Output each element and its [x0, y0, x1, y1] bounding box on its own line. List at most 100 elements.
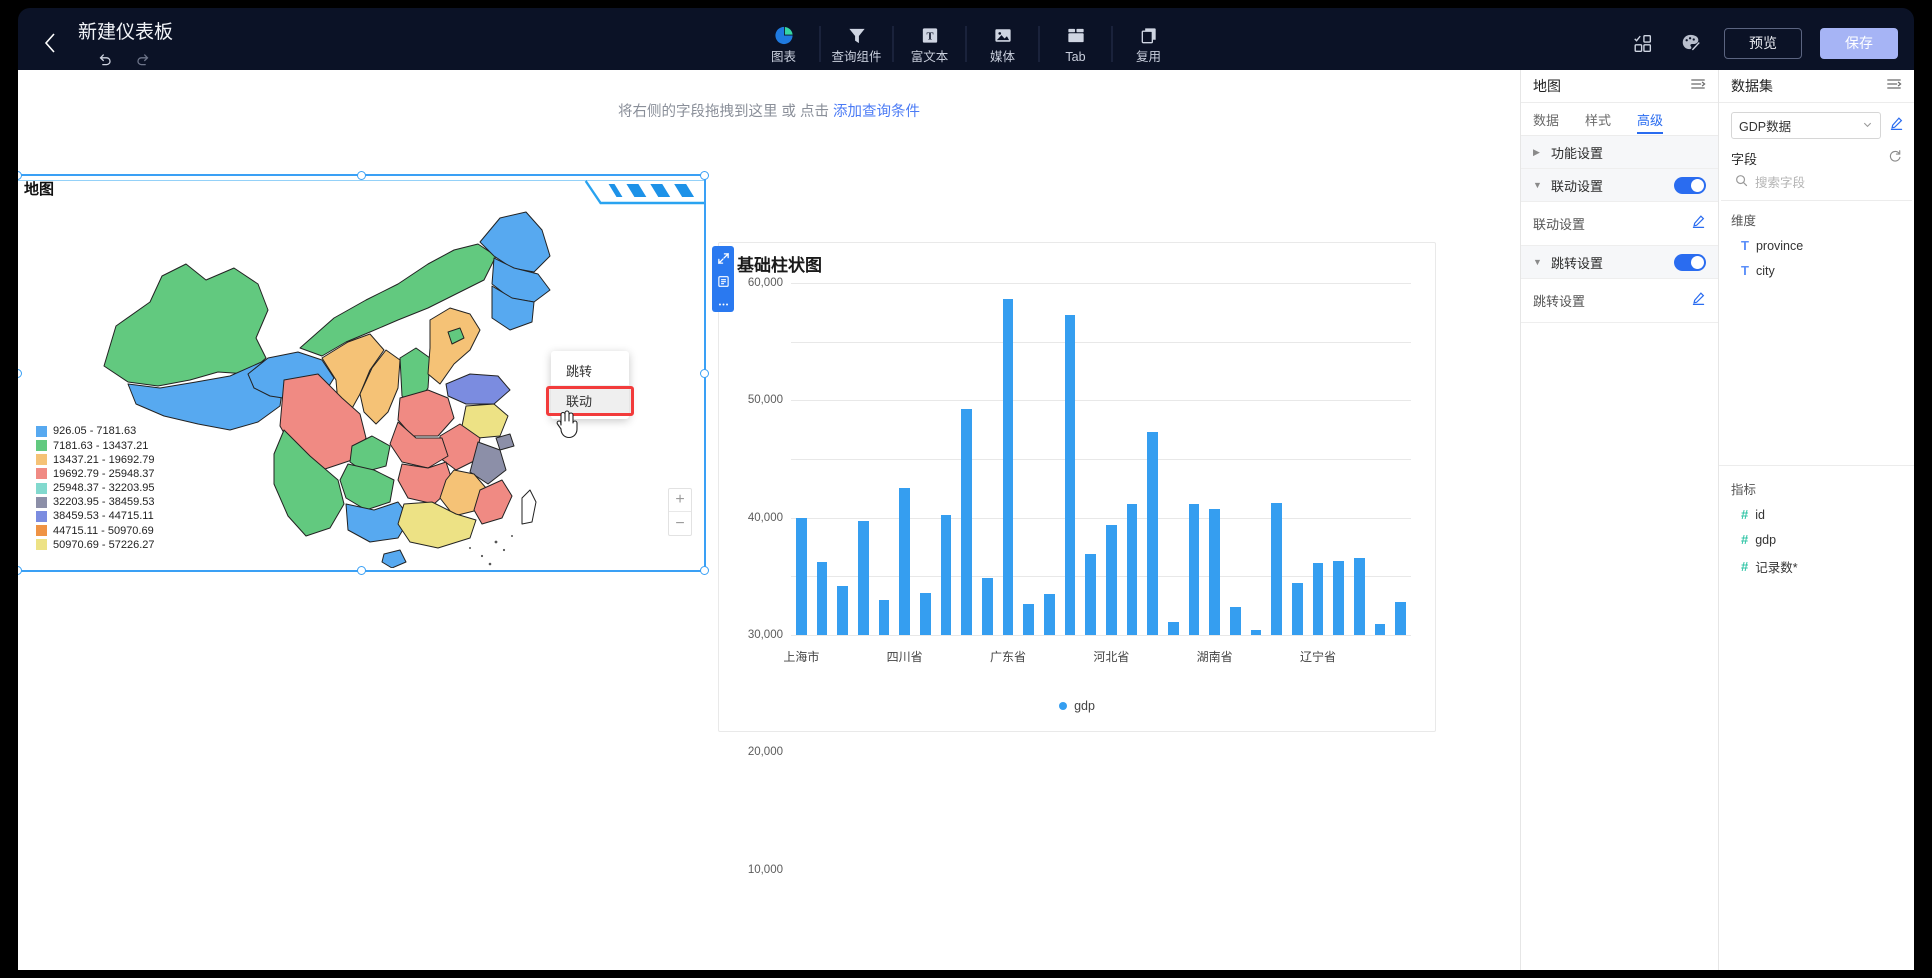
expand-icon[interactable] — [715, 251, 731, 267]
palette-icon[interactable] — [1676, 28, 1706, 58]
y-axis-tick-label: 30,000 — [747, 629, 783, 641]
bar-chart-bar[interactable] — [1043, 593, 1055, 635]
linkage-settings-row[interactable]: 联动设置 — [1521, 202, 1718, 246]
resize-handle-top-right[interactable] — [700, 171, 709, 180]
section-function-settings[interactable]: ▶ 功能设置 — [1521, 136, 1718, 169]
linkage-settings-row-label: 联动设置 — [1533, 217, 1586, 232]
tool-reuse[interactable]: 复用 — [1118, 15, 1180, 73]
section-linkage-settings-label: 联动设置 — [1551, 178, 1604, 194]
jump-settings-row[interactable]: 跳转设置 — [1521, 279, 1718, 323]
bar-chart-bar[interactable] — [1188, 504, 1200, 635]
chevron-right-icon: ▶ — [1533, 146, 1540, 157]
bar-chart-bar[interactable] — [1353, 558, 1365, 635]
toolbar-divider — [1111, 26, 1113, 62]
pencil-edit-icon[interactable] — [1691, 291, 1706, 311]
bar-chart-bar[interactable] — [1023, 603, 1035, 635]
filter-funnel-icon — [848, 28, 865, 43]
refresh-icon[interactable] — [1888, 149, 1902, 168]
dimension-field-province[interactable]: T province — [1719, 233, 1914, 258]
redo-icon[interactable] — [135, 51, 152, 68]
metric-field-record-count[interactable]: # 记录数* — [1719, 552, 1914, 581]
add-query-condition-link[interactable]: 添加查询条件 — [833, 104, 920, 120]
bar-chart-widget[interactable]: 基础柱状图 0 10,000 20,000 30,000 40,000 50,000 60,… — [718, 242, 1436, 876]
more-ellipsis-icon[interactable] — [715, 296, 731, 312]
bar-chart-bar[interactable] — [1085, 554, 1097, 635]
dataset-edit-pencil-icon[interactable] — [1889, 116, 1904, 136]
tool-media[interactable]: 媒体 — [972, 15, 1034, 73]
bar-chart-bar[interactable] — [1105, 524, 1117, 635]
section-jump-settings[interactable]: ▼ 跳转设置 — [1521, 246, 1718, 279]
bar-chart-bar[interactable] — [1333, 560, 1345, 635]
bar-chart-bar[interactable] — [878, 600, 890, 635]
search-input[interactable] — [1755, 176, 1885, 190]
tool-tab[interactable]: Tab — [1045, 15, 1107, 73]
bar-chart-bar[interactable] — [1374, 624, 1386, 635]
resize-handle-bottom-center[interactable] — [356, 566, 366, 575]
tab-data[interactable]: 数据 — [1533, 103, 1559, 136]
resize-handle-top-center[interactable] — [356, 171, 366, 180]
chart-legend: gdp — [719, 699, 1435, 713]
jump-settings-toggle[interactable] — [1674, 253, 1706, 271]
bar-chart-bar[interactable] — [1395, 601, 1407, 635]
bar-chart-bar[interactable] — [1064, 314, 1076, 635]
context-menu-item-jump[interactable]: 跳转 — [551, 355, 629, 385]
dashboard-canvas[interactable]: 将右侧的字段拖拽到这里 或 点击 添加查询条件 地图 926.05 - 7181… — [18, 70, 1520, 970]
bar-chart-bar[interactable] — [857, 521, 869, 635]
legend-dot-gdp — [1059, 702, 1068, 710]
bar-chart-bar[interactable] — [961, 408, 973, 635]
tool-chart[interactable]: 图表 — [753, 15, 815, 73]
panel-menu-icon[interactable] — [1690, 76, 1706, 97]
linkage-settings-toggle[interactable] — [1674, 176, 1706, 194]
map-zoom-in-button[interactable]: + — [669, 489, 691, 512]
tab-advanced[interactable]: 高级 — [1637, 103, 1664, 136]
dataset-select[interactable]: GDP数据 — [1731, 112, 1881, 139]
bar-chart-bar[interactable] — [1126, 503, 1138, 635]
undo-icon[interactable] — [96, 51, 113, 68]
map-zoom-out-button[interactable]: − — [669, 512, 691, 535]
dimension-field-city[interactable]: T city — [1719, 258, 1914, 283]
bar-chart-bar[interactable] — [795, 517, 807, 635]
map-zoom-controls[interactable]: + − — [668, 488, 692, 536]
resize-handle-bottom-right[interactable] — [700, 566, 709, 575]
preview-button[interactable]: 预览 — [1724, 27, 1802, 59]
legend-label: 13437.21 - 19692.79 — [53, 453, 155, 466]
resize-handle-bottom-left[interactable] — [18, 566, 22, 575]
bar-chart-bar[interactable] — [1229, 606, 1241, 635]
detail-list-icon[interactable] — [715, 274, 731, 290]
bar-chart-bar[interactable] — [1147, 432, 1159, 635]
tool-query-component[interactable]: 查询组件 — [826, 15, 888, 73]
metric-field-id[interactable]: # id — [1719, 502, 1914, 527]
metric-field-gdp[interactable]: # gdp — [1719, 527, 1914, 552]
tool-reuse-label: 复用 — [1135, 49, 1161, 64]
bar-chart-bar[interactable] — [981, 578, 993, 635]
bar-chart-bar[interactable] — [1312, 563, 1324, 635]
bar-chart-bar[interactable] — [837, 586, 849, 635]
insert-toolbar: 图表 查询组件 T 富文本 媒体 Tab 复用 — [753, 14, 1180, 74]
map-context-menu[interactable]: 跳转 联动 — [551, 351, 629, 419]
bar-chart-bar[interactable] — [1291, 582, 1303, 635]
section-linkage-settings[interactable]: ▼ 联动设置 — [1521, 169, 1718, 202]
context-menu-item-linkage[interactable]: 联动 — [551, 385, 629, 415]
tool-rich-text[interactable]: T 富文本 — [899, 15, 961, 73]
resize-handle-middle-right[interactable] — [700, 368, 709, 378]
china-choropleth-map[interactable] — [98, 198, 618, 568]
layout-grid-icon[interactable] — [1628, 28, 1658, 58]
field-search-box[interactable] — [1721, 170, 1912, 201]
back-chevron-icon[interactable] — [30, 8, 70, 78]
save-button[interactable]: 保存 — [1820, 27, 1898, 59]
panel-menu-icon[interactable] — [1886, 76, 1902, 97]
bar-chart-bar[interactable] — [816, 561, 828, 635]
widget-float-toolbar[interactable] — [712, 246, 734, 312]
tab-style[interactable]: 样式 — [1585, 103, 1611, 136]
bar-chart-bar[interactable] — [899, 487, 911, 635]
bar-chart-bar[interactable] — [1271, 503, 1283, 635]
bar-chart-bar[interactable] — [1167, 622, 1179, 635]
bar-chart-bar[interactable] — [1002, 299, 1014, 635]
bar-chart-bar[interactable] — [1250, 629, 1262, 635]
bar-chart-bar[interactable] — [919, 593, 931, 635]
bar-chart-bar[interactable] — [940, 514, 952, 635]
pencil-edit-icon[interactable] — [1691, 214, 1706, 234]
legend-item: 38459.53 - 44715.11 — [36, 509, 155, 523]
bar-chart-bar[interactable] — [1209, 508, 1221, 635]
x-axis-tick-label: 河北省 — [1093, 650, 1130, 664]
